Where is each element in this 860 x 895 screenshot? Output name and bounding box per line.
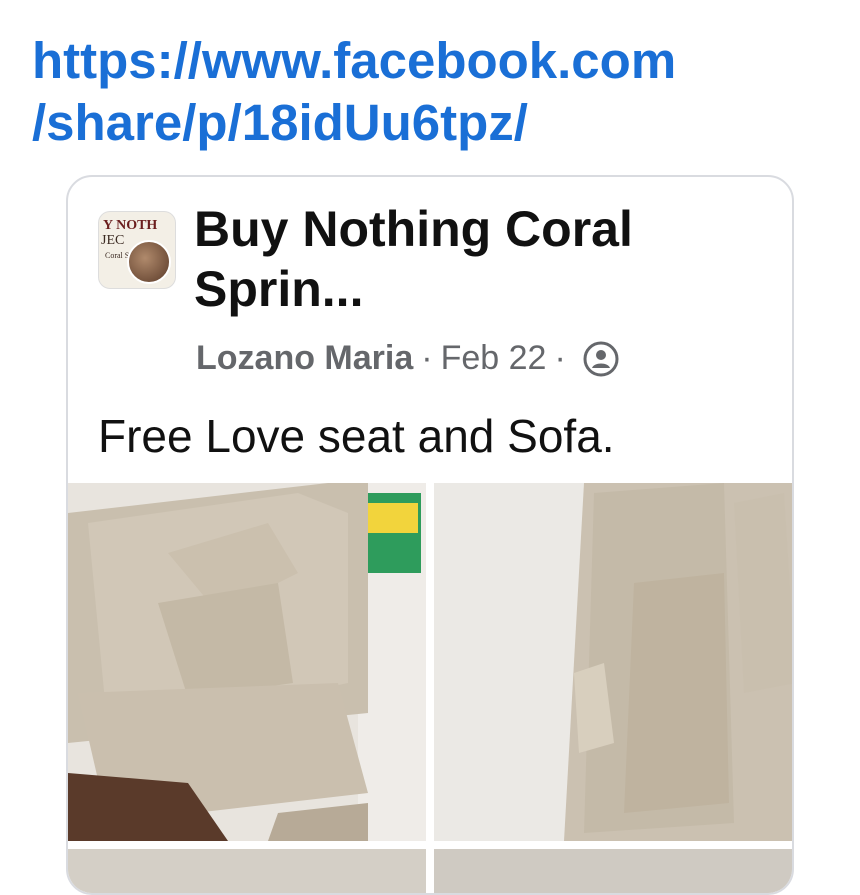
share-link-line-1: https://www.facebook.com — [32, 32, 677, 89]
share-link[interactable]: https://www.facebook.com /share/p/18idUu… — [32, 30, 676, 154]
meta-separator: · — [421, 339, 433, 377]
post-photo-2[interactable] — [434, 483, 792, 841]
post-meta: Lozano Maria · Feb 22 · — [196, 339, 620, 378]
group-name[interactable]: Buy Nothing Coral Sprin... — [194, 199, 694, 319]
post-photo-4[interactable] — [434, 849, 792, 893]
post-text: Free Love seat and Sofa. — [98, 410, 615, 462]
post-photo-3[interactable] — [68, 849, 426, 893]
post-preview-card[interactable]: Y NOTH JEC Coral Springs Buy Nothing Cor… — [66, 175, 794, 895]
post-date[interactable]: Feb 22 — [441, 339, 547, 378]
meta-separator: · — [554, 339, 566, 377]
group-avatar[interactable]: Y NOTH JEC Coral Springs — [98, 211, 176, 289]
people-icon — [582, 340, 620, 378]
member-photo — [127, 240, 171, 284]
post-photo-1[interactable] — [68, 483, 426, 841]
share-link-line-2: /share/p/18idUu6tpz/ — [32, 94, 528, 151]
author-name[interactable]: Lozano Maria — [196, 339, 413, 378]
